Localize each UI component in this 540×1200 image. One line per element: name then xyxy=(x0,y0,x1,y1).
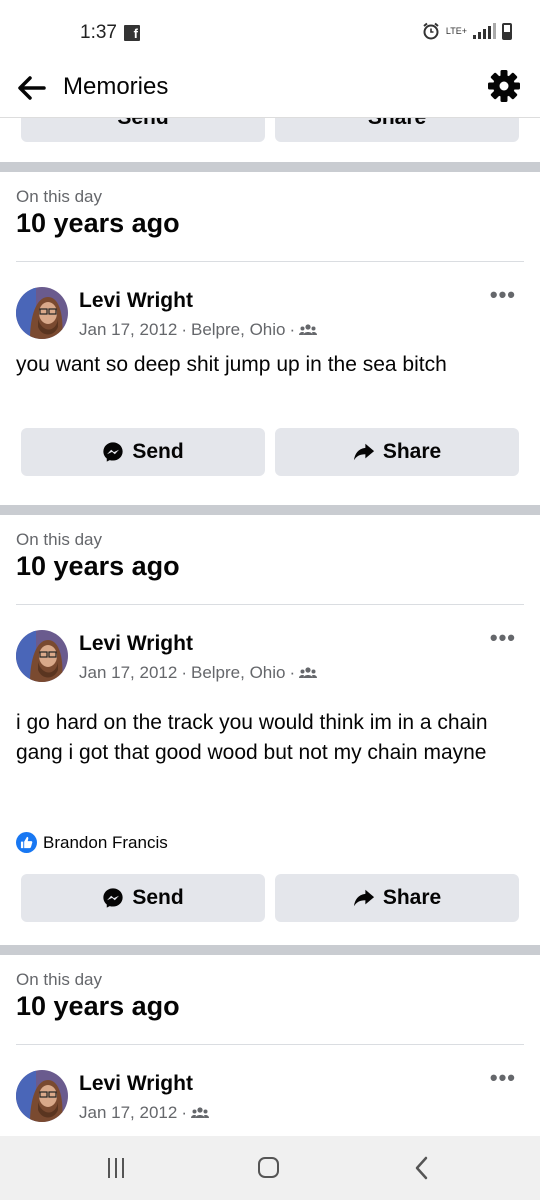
facebook-notification-icon: f xyxy=(124,25,140,41)
post-text: i go hard on the track you would think i… xyxy=(16,711,488,764)
divider-line xyxy=(16,261,524,262)
meta-separator: · xyxy=(181,663,187,682)
gear-icon[interactable] xyxy=(486,68,522,104)
avatar[interactable] xyxy=(16,287,68,339)
alarm-icon xyxy=(423,22,439,40)
post-actions: Send Share xyxy=(0,874,540,922)
share-arrow-icon xyxy=(353,889,374,907)
divider-line xyxy=(16,604,524,605)
battery-icon xyxy=(502,22,512,40)
post-author[interactable]: Levi Wright xyxy=(79,289,193,313)
send-button[interactable]: Send xyxy=(21,118,265,142)
status-bar: 1:37 f LTE+ xyxy=(0,0,540,66)
status-time: 1:37 xyxy=(80,22,117,43)
post-author[interactable]: Levi Wright xyxy=(79,1072,193,1096)
more-options-icon[interactable]: ••• xyxy=(490,625,516,651)
meta-separator: · xyxy=(181,320,187,339)
meta-separator: · xyxy=(181,1103,187,1122)
on-this-day-label: On this day xyxy=(16,187,102,206)
divider-line xyxy=(16,1044,524,1045)
app-header: Memories xyxy=(0,66,540,118)
post-meta: Jan 17, 2012 · Belpre, Ohio · xyxy=(79,663,318,683)
share-label: Share xyxy=(368,118,426,130)
meta-separator: · xyxy=(289,663,296,682)
network-type: LTE+ xyxy=(445,25,467,36)
share-arrow-icon xyxy=(353,443,374,461)
avatar-image xyxy=(16,630,68,682)
back-arrow-icon[interactable] xyxy=(14,70,50,106)
messenger-icon xyxy=(103,888,123,908)
previous-post-actions: Send Share xyxy=(0,118,540,142)
section-divider xyxy=(0,945,540,955)
post-location[interactable]: Belpre, Ohio xyxy=(191,320,286,340)
on-this-day-label: On this day xyxy=(16,970,102,989)
years-ago-heading: 10 years ago xyxy=(16,208,180,238)
more-options-icon[interactable]: ••• xyxy=(490,282,516,308)
messenger-icon xyxy=(103,442,123,462)
years-ago-heading: 10 years ago xyxy=(16,551,180,581)
send-button[interactable]: Send xyxy=(21,874,265,922)
send-label: Send xyxy=(132,886,184,909)
friends-audience-icon[interactable] xyxy=(299,666,318,680)
avatar-image xyxy=(16,287,68,339)
like-reaction-icon xyxy=(16,832,37,853)
share-button[interactable]: Share xyxy=(275,118,519,142)
home-icon[interactable] xyxy=(258,1157,279,1178)
years-ago-heading: 10 years ago xyxy=(16,991,180,1021)
send-button[interactable]: Send xyxy=(21,428,265,476)
memory-card: On this day 10 years ago Levi Wright Jan… xyxy=(0,955,540,1155)
meta-separator: · xyxy=(289,320,296,339)
liked-by-name: Brandon Francis xyxy=(43,832,168,852)
on-this-day-label: On this day xyxy=(16,530,102,549)
friends-audience-icon[interactable] xyxy=(299,323,318,337)
share-label: Share xyxy=(382,440,442,463)
share-button[interactable]: Share xyxy=(275,428,519,476)
avatar[interactable] xyxy=(16,630,68,682)
post-text: you want so deep shit jump up in the sea… xyxy=(16,353,447,376)
post-date[interactable]: Jan 17, 2012 xyxy=(79,320,177,340)
signal-icon xyxy=(473,23,496,39)
send-label: Send xyxy=(132,440,184,463)
share-label: Share xyxy=(382,886,442,909)
post-meta: Jan 17, 2012 · Belpre, Ohio · xyxy=(79,320,318,340)
post-author[interactable]: Levi Wright xyxy=(79,632,193,656)
section-divider xyxy=(0,505,540,515)
reactions-row[interactable]: Brandon Francis xyxy=(16,832,168,853)
avatar[interactable] xyxy=(16,1070,68,1122)
avatar-image xyxy=(16,1070,68,1122)
post-date[interactable]: Jan 17, 2012 xyxy=(79,663,177,683)
send-label: Send xyxy=(117,118,168,130)
post-actions: Send Share xyxy=(0,428,540,476)
memory-card: On this day 10 years ago Levi Wright Jan… xyxy=(0,515,540,945)
share-button[interactable]: Share xyxy=(275,874,519,922)
memory-card: On this day 10 years ago Levi Wright Jan… xyxy=(0,172,540,505)
post-meta: Jan 17, 2012 · xyxy=(79,1103,209,1123)
post-location[interactable]: Belpre, Ohio xyxy=(191,663,286,683)
section-divider xyxy=(0,162,540,172)
post-date[interactable]: Jan 17, 2012 xyxy=(79,1103,177,1123)
memories-feed: Send Share On this day 10 years ago xyxy=(0,118,540,1155)
system-back-icon[interactable] xyxy=(410,1154,434,1182)
memories-screen: 1:37 f LTE+ Memories On this day 10 year… xyxy=(0,0,540,1200)
page-title: Memories xyxy=(63,73,169,100)
more-options-icon[interactable]: ••• xyxy=(490,1065,516,1091)
system-navigation-bar xyxy=(0,1136,540,1200)
recent-apps-icon[interactable] xyxy=(108,1158,130,1178)
status-icons: LTE+ xyxy=(422,22,512,40)
friends-audience-icon[interactable] xyxy=(190,1106,209,1120)
